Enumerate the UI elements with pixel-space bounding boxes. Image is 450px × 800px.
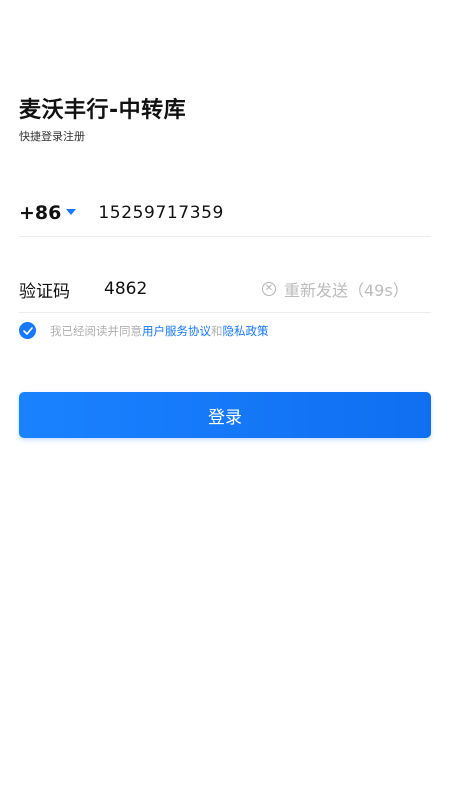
agreement-prefix: 我已经阅读并同意	[50, 323, 142, 338]
country-code-selector[interactable]: +86	[19, 202, 61, 224]
page-title: 麦沃丰行-中转库	[19, 98, 187, 123]
login-page: 麦沃丰行-中转库 快捷登录注册 +86 验证码 ✕ 重新发送（49s） 我已经阅…	[0, 0, 450, 800]
agreement-row: 我已经阅读并同意 用户服务协议 和 隐私政策	[19, 322, 269, 339]
privacy-link[interactable]: 隐私政策	[223, 323, 269, 339]
login-button[interactable]: 登录	[19, 392, 431, 438]
terms-link[interactable]: 用户服务协议	[142, 323, 211, 339]
agreement-conjunction: 和	[211, 323, 223, 338]
verification-field-row: 验证码 ✕ 重新发送（49s）	[19, 266, 431, 313]
chevron-down-icon[interactable]	[66, 209, 77, 215]
verification-label: 验证码	[19, 281, 70, 302]
checkbox-checked-icon[interactable]	[19, 322, 36, 339]
verification-code-input[interactable]	[104, 279, 224, 299]
resend-code-button[interactable]: 重新发送（49s）	[284, 277, 409, 301]
phone-input[interactable]	[98, 203, 349, 223]
phone-field-row: +86	[19, 190, 431, 237]
page-subtitle: 快捷登录注册	[19, 130, 85, 143]
clear-icon[interactable]: ✕	[262, 282, 276, 296]
